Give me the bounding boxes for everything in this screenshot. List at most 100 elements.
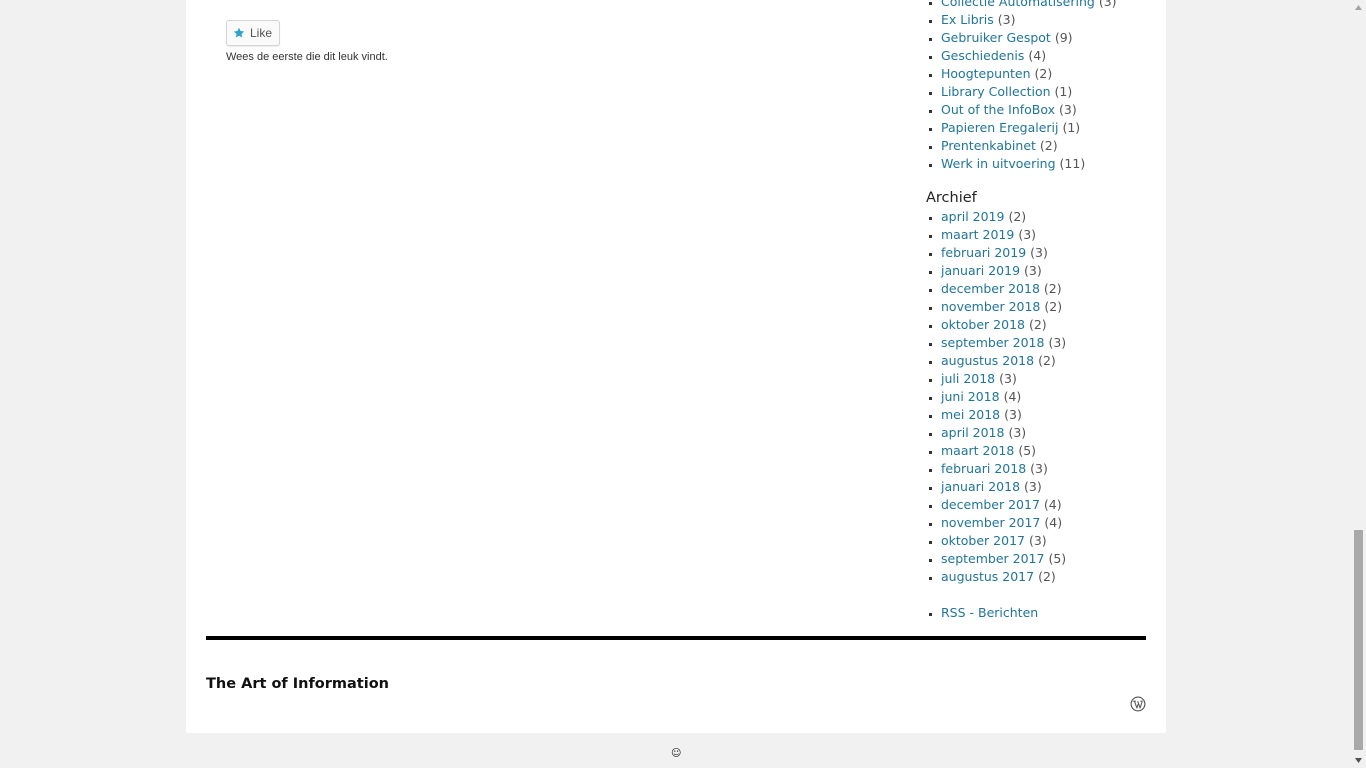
post-count: (5) bbox=[1018, 443, 1037, 458]
like-note: Wees de eerste die dit leuk vindt. bbox=[226, 51, 388, 63]
rss-posts-link[interactable]: RSS - Berichten bbox=[941, 605, 1038, 620]
post-count: (3) bbox=[997, 12, 1016, 27]
archive-link[interactable]: april 2019 bbox=[941, 209, 1004, 224]
archive-item: februari 2018 (3) bbox=[941, 460, 1066, 478]
archive-item: april 2018 (3) bbox=[941, 424, 1066, 442]
post-count: (2) bbox=[1034, 66, 1053, 81]
archive-link[interactable]: augustus 2018 bbox=[941, 353, 1034, 368]
post-count: (3) bbox=[999, 371, 1017, 386]
post-count: (9) bbox=[1054, 30, 1073, 45]
archive-item: oktober 2018 (2) bbox=[941, 316, 1066, 334]
archive-item: oktober 2017 (3) bbox=[941, 532, 1066, 550]
category-link[interactable]: Collectie Automatisering bbox=[941, 0, 1095, 9]
category-item: Gebruiker Gespot (9) bbox=[941, 29, 1117, 47]
post-count: (4) bbox=[1028, 48, 1047, 63]
post-count: (3) bbox=[1024, 263, 1042, 278]
archive-link[interactable]: juli 2018 bbox=[941, 371, 995, 386]
archive-item: augustus 2017 (2) bbox=[941, 568, 1066, 586]
scroll-up-arrow-icon[interactable] bbox=[1351, 0, 1366, 15]
archive-item: maart 2018 (5) bbox=[941, 442, 1066, 460]
category-item: Collectie Automatisering (3) bbox=[941, 0, 1117, 11]
category-item: Hoogtepunten (2) bbox=[941, 65, 1117, 83]
post-count: (3) bbox=[1008, 425, 1027, 440]
category-link[interactable]: Hoogtepunten bbox=[941, 66, 1031, 81]
archive-link[interactable]: maart 2018 bbox=[941, 443, 1014, 458]
post-count: (3) bbox=[1018, 227, 1037, 242]
archive-link[interactable]: februari 2018 bbox=[941, 461, 1026, 476]
category-link[interactable]: Werk in uitvoering bbox=[941, 156, 1056, 171]
scroll-down-arrow-icon[interactable] bbox=[1351, 753, 1366, 768]
post-count: (3) bbox=[1004, 407, 1022, 422]
archive-item: juni 2018 (4) bbox=[941, 388, 1066, 406]
archive-link[interactable]: oktober 2018 bbox=[941, 317, 1025, 332]
archive-link[interactable]: oktober 2017 bbox=[941, 533, 1025, 548]
vertical-scrollbar[interactable] bbox=[1351, 0, 1366, 768]
archive-item: mei 2018 (3) bbox=[941, 406, 1066, 424]
archive-item: juli 2018 (3) bbox=[941, 370, 1066, 388]
archive-link[interactable]: februari 2019 bbox=[941, 245, 1026, 260]
archive-item: september 2018 (3) bbox=[941, 334, 1066, 352]
rss-list: RSS - Berichten bbox=[926, 604, 1038, 622]
category-item: Library Collection (1) bbox=[941, 83, 1117, 101]
post-count: (2) bbox=[1043, 281, 1062, 296]
like-button[interactable]: Like bbox=[226, 20, 280, 46]
like-button-label: Like bbox=[250, 26, 273, 40]
post-count: (4) bbox=[1003, 389, 1022, 404]
footer-rule bbox=[206, 636, 1146, 640]
post-count: (4) bbox=[1043, 497, 1062, 512]
categories-list: Collectie Automatisering (3)Ex Libris (3… bbox=[926, 0, 1117, 173]
archive-link[interactable]: september 2017 bbox=[941, 551, 1044, 566]
category-link[interactable]: Papieren Eregalerij bbox=[941, 120, 1058, 135]
archive-link[interactable]: maart 2019 bbox=[941, 227, 1014, 242]
category-link[interactable]: Geschiedenis bbox=[941, 48, 1024, 63]
archive-link[interactable]: september 2018 bbox=[941, 335, 1044, 350]
archive-item: maart 2019 (3) bbox=[941, 226, 1066, 244]
post-count: (1) bbox=[1054, 84, 1073, 99]
archive-link[interactable]: mei 2018 bbox=[941, 407, 1000, 422]
archive-link[interactable]: november 2018 bbox=[941, 299, 1040, 314]
wordpress-icon[interactable] bbox=[1130, 696, 1146, 712]
category-link[interactable]: Gebruiker Gespot bbox=[941, 30, 1051, 45]
archive-item: april 2019 (2) bbox=[941, 208, 1066, 226]
category-link[interactable]: Out of the InfoBox bbox=[941, 102, 1055, 117]
category-item: Ex Libris (3) bbox=[941, 11, 1117, 29]
post-count: (3) bbox=[1028, 533, 1047, 548]
archive-link[interactable]: november 2017 bbox=[941, 515, 1040, 530]
category-item: Papieren Eregalerij (1) bbox=[941, 119, 1117, 137]
archive-item: januari 2019 (3) bbox=[941, 262, 1066, 280]
archive-link[interactable]: juni 2018 bbox=[941, 389, 1000, 404]
archive-title: Archief bbox=[926, 190, 977, 206]
post-count: (3) bbox=[1098, 0, 1117, 9]
archive-link[interactable]: december 2017 bbox=[941, 497, 1040, 512]
post-count: (2) bbox=[1008, 209, 1027, 224]
post-count: (2) bbox=[1044, 299, 1063, 314]
archive-link[interactable]: april 2018 bbox=[941, 425, 1004, 440]
post-count: (1) bbox=[1062, 120, 1081, 135]
category-link[interactable]: Library Collection bbox=[941, 84, 1051, 99]
category-item: Out of the InfoBox (3) bbox=[941, 101, 1117, 119]
archive-list: april 2019 (2)maart 2019 (3)februari 201… bbox=[926, 208, 1066, 586]
archive-link[interactable]: augustus 2017 bbox=[941, 569, 1034, 584]
archive-link[interactable]: januari 2019 bbox=[941, 263, 1020, 278]
post-count: (2) bbox=[1039, 138, 1058, 153]
post-count: (5) bbox=[1048, 551, 1067, 566]
post-count: (11) bbox=[1059, 156, 1086, 171]
category-link[interactable]: Prentenkabinet bbox=[941, 138, 1036, 153]
smiley-icon: ☺ bbox=[671, 748, 682, 759]
post-count: (4) bbox=[1044, 515, 1063, 530]
archive-link[interactable]: december 2018 bbox=[941, 281, 1040, 296]
post-count: (3) bbox=[1030, 245, 1048, 260]
post-count: (3) bbox=[1030, 461, 1048, 476]
archive-item: november 2017 (4) bbox=[941, 514, 1066, 532]
archive-item: december 2018 (2) bbox=[941, 280, 1066, 298]
archive-link[interactable]: januari 2018 bbox=[941, 479, 1020, 494]
page-content: Like Wees de eerste die dit leuk vindt. … bbox=[186, 0, 1166, 733]
post-count: (2) bbox=[1038, 353, 1056, 368]
archive-item: november 2018 (2) bbox=[941, 298, 1066, 316]
category-link[interactable]: Ex Libris bbox=[941, 12, 994, 27]
post-count: (2) bbox=[1028, 317, 1047, 332]
scrollbar-thumb[interactable] bbox=[1354, 530, 1363, 750]
archive-item: februari 2019 (3) bbox=[941, 244, 1066, 262]
site-title-link[interactable]: The Art of Information bbox=[206, 676, 389, 692]
category-item: Geschiedenis (4) bbox=[941, 47, 1117, 65]
